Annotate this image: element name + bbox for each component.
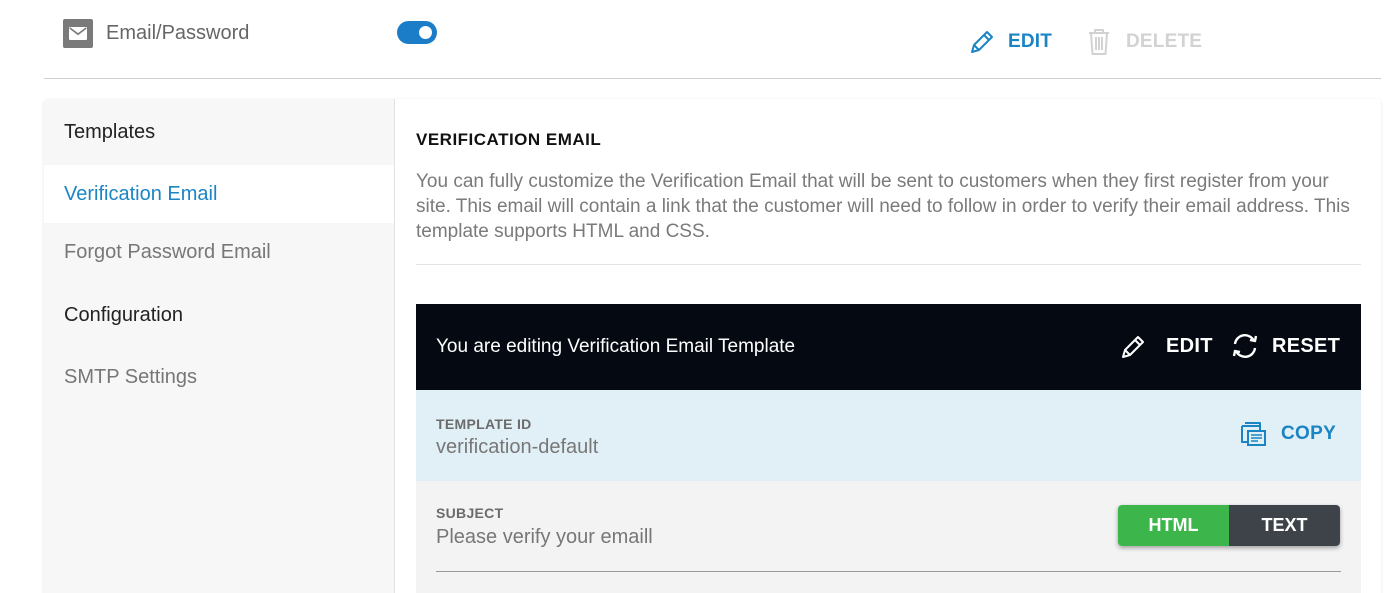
template-id-label: TEMPLATE ID [436,416,532,432]
template-reset-button[interactable]: RESET [1230,332,1340,360]
template-edit-button[interactable]: EDIT [1120,332,1213,360]
provider-edit-button[interactable]: EDIT [968,28,1052,56]
reset-icon [1232,334,1258,358]
subject-underline [436,571,1341,572]
format-html-button[interactable]: HTML [1118,505,1229,546]
provider-edit-label: EDIT [1008,31,1053,52]
provider-enabled-toggle[interactable] [397,21,437,44]
editor-status-text: You are editing Verification Email Templ… [436,336,796,357]
format-toggle: HTML TEXT [1118,505,1340,546]
template-reset-label: RESET [1272,334,1341,357]
editor-bar: You are editing Verification Email Templ… [416,304,1361,390]
section-title: VERIFICATION EMAIL [416,130,602,149]
sidebar-heading-configuration: Configuration [64,304,183,326]
sidebar-item-verification-email[interactable]: Verification Email [44,165,394,223]
subject-value[interactable]: Please verify your emaill [436,526,653,549]
section-description: You can fully customize the Verification… [416,171,1350,242]
sidebar-heading-templates: Templates [64,121,156,143]
provider-name: Email/Password [106,22,250,44]
envelope-icon [63,19,93,48]
section-divider [416,264,1361,265]
template-id-section: TEMPLATE ID verification-default COPY [416,390,1361,481]
top-divider [44,78,1381,79]
sidebar: Templates Verification Email Forgot Pass… [44,99,395,593]
subject-label: SUBJECT [436,505,504,521]
trash-icon [1089,29,1109,55]
copy-icon [1241,422,1266,446]
template-settings-card: Templates Verification Email Forgot Pass… [44,99,1381,593]
copy-template-id-button[interactable]: COPY [1238,420,1336,448]
template-id-value: verification-default [436,436,599,458]
sidebar-item-smtp-settings[interactable]: SMTP Settings [44,348,394,406]
copy-label: COPY [1281,423,1337,444]
pencil-icon [1122,336,1144,358]
subject-section: SUBJECT Please verify your emaill HTML T… [416,481,1361,593]
toggle-knob [419,26,432,39]
sidebar-item-forgot-password-email[interactable]: Forgot Password Email [44,223,394,281]
provider-row: Email/Password EDIT DELETE [0,0,1392,80]
pencil-icon [971,31,993,53]
format-text-button[interactable]: TEXT [1229,505,1340,546]
provider-delete-button[interactable]: DELETE [1087,28,1202,56]
provider-delete-label: DELETE [1126,31,1203,52]
template-edit-label: EDIT [1166,334,1213,357]
